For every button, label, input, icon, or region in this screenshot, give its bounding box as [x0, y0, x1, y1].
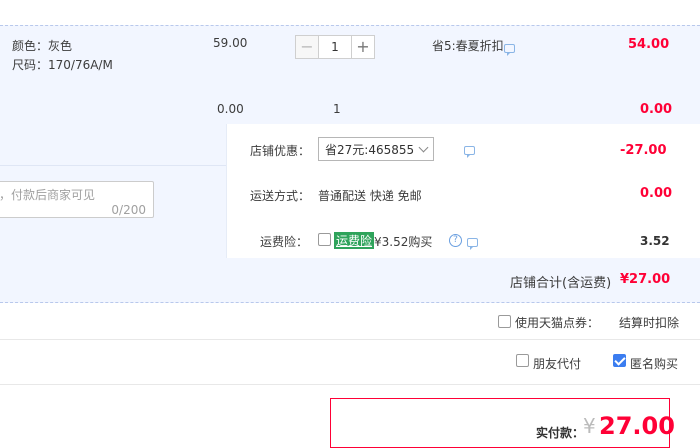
insurance-price: ¥3.52购买 — [374, 235, 433, 249]
friend-pay-checkbox[interactable] — [516, 354, 529, 367]
anonymous-checkbox[interactable] — [613, 354, 626, 367]
memo-counter: 0/200 — [111, 203, 146, 217]
quantity-decrease-button[interactable]: − — [295, 35, 319, 59]
seller-memo-input[interactable]: ，付款后商家可见 0/200 — [0, 181, 154, 218]
tmall-points-note: 结算时扣除 — [619, 316, 680, 330]
divider — [0, 384, 700, 385]
payment-amount: 27.00 — [599, 412, 675, 440]
friend-pay-label: 朋友代付 — [533, 357, 582, 371]
shop-total-label: 店铺合计(含运费) — [510, 276, 612, 291]
tmall-points-label: 使用天猫点券： — [515, 316, 600, 330]
shop-coupon-select[interactable]: 省27元:465855 — [318, 137, 434, 161]
shipping-amount: 0.00 — [640, 186, 673, 201]
coupon-amount: -27.00 — [620, 143, 667, 158]
item-unit-price: 59.00 — [213, 36, 248, 50]
divider — [0, 339, 700, 340]
quantity-stepper: − 1 + — [295, 35, 375, 59]
item-promo: 省5:春夏折扣 — [432, 39, 504, 53]
insurance-checkbox[interactable] — [318, 233, 331, 246]
chat-icon[interactable] — [463, 146, 475, 158]
payment-label: 实付款： — [536, 426, 585, 440]
chat-icon[interactable] — [466, 238, 478, 250]
coupon-label: 店铺优惠： — [250, 144, 311, 158]
anonymous-label: 匿名购买 — [630, 357, 679, 371]
item-subtotal-discount: 0.00 — [217, 102, 244, 116]
shop-coupon-value: 省27元:465855 — [325, 142, 415, 157]
shop-total-value: ¥27.00 — [620, 272, 671, 287]
quantity-input[interactable]: 1 — [319, 35, 351, 59]
insurance-label: 运费险： — [260, 235, 309, 249]
divider — [0, 165, 226, 166]
help-icon[interactable]: ? — [449, 234, 462, 247]
item-size: 尺码：170/76A/M — [12, 58, 113, 72]
item-color: 颜色：灰色 — [12, 39, 73, 53]
currency-symbol: ¥ — [583, 414, 596, 438]
shipping-method: 普通配送 快递 免邮 — [318, 189, 422, 203]
item-subtotal-qty: 1 — [333, 102, 341, 116]
chevron-down-icon — [418, 142, 429, 153]
payment-summary-box: 实付款： ¥ 27.00 — [330, 398, 675, 448]
item-subtotal-amount: 0.00 — [640, 102, 673, 117]
quantity-increase-button[interactable]: + — [351, 35, 375, 59]
memo-placeholder: ，付款后商家可见 — [0, 188, 96, 202]
chat-icon[interactable] — [504, 44, 515, 56]
shipping-label: 运送方式： — [250, 189, 311, 203]
tmall-points-checkbox[interactable] — [498, 315, 511, 328]
item-line-total: 54.00 — [628, 37, 670, 52]
insurance-tag: 运费险 — [334, 232, 375, 249]
insurance-amount: 3.52 — [640, 234, 670, 248]
